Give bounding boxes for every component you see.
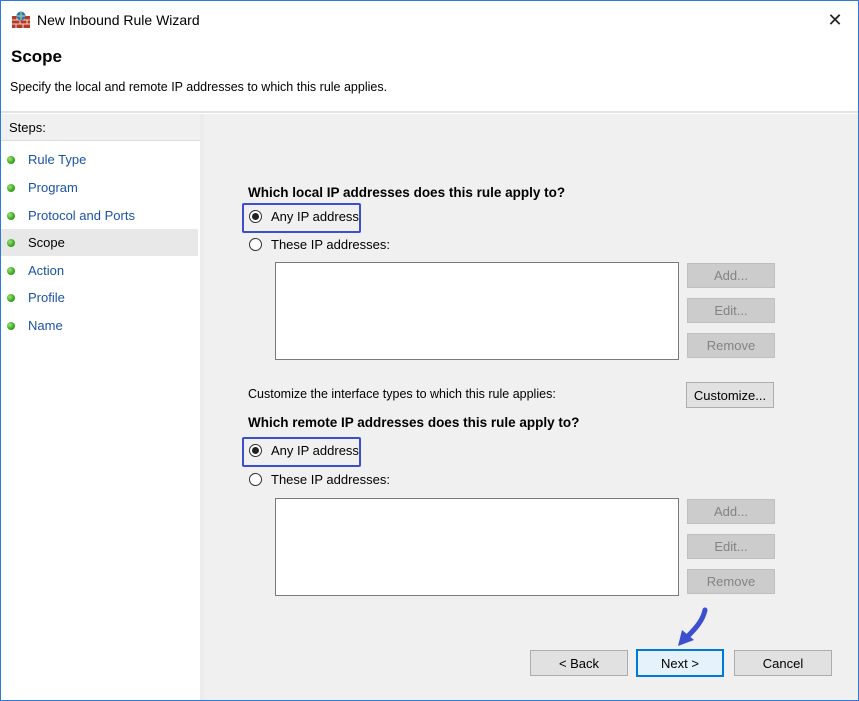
cancel-button[interactable]: Cancel — [734, 650, 832, 676]
step-status-icon — [7, 156, 15, 164]
remote-edit-button[interactable]: Edit... — [687, 534, 775, 559]
local-these-ip-radio[interactable]: These IP addresses: — [249, 237, 390, 252]
remote-remove-button[interactable]: Remove — [687, 569, 775, 594]
wizard-window: New Inbound Rule Wizard ✕ Scope Specify … — [0, 0, 859, 701]
local-these-ip-label: These IP addresses: — [271, 237, 390, 252]
step-label: Protocol and Ports — [28, 208, 135, 223]
radio-unselected-icon — [249, 238, 262, 251]
pointer-arrow-icon — [678, 607, 708, 646]
close-button[interactable]: ✕ — [812, 1, 858, 39]
step-protocol-and-ports[interactable]: Protocol and Ports — [1, 202, 198, 229]
radio-unselected-icon — [249, 473, 262, 486]
remote-ip-question: Which remote IP addresses does this rule… — [248, 415, 580, 430]
steps-label: Steps: — [9, 120, 46, 135]
page-subtitle: Specify the local and remote IP addresse… — [10, 80, 388, 94]
step-label: Action — [28, 263, 65, 278]
radio-selected-icon — [249, 444, 262, 457]
remote-any-ip-radio[interactable]: Any IP address — [249, 443, 359, 458]
content-pane: Which local IP addresses does this rule … — [204, 114, 858, 700]
remote-ip-listbox[interactable] — [275, 498, 679, 596]
local-any-ip-radio[interactable]: Any IP address — [249, 209, 359, 224]
local-add-button[interactable]: Add... — [687, 263, 775, 288]
next-button[interactable]: Next > — [636, 649, 724, 677]
step-name[interactable]: Name — [1, 312, 198, 339]
radio-selected-icon — [249, 210, 262, 223]
step-program[interactable]: Program — [1, 174, 198, 201]
step-label: Program — [28, 180, 78, 195]
step-status-icon — [7, 267, 15, 275]
remote-any-ip-label: Any IP address — [271, 443, 359, 458]
step-status-icon — [7, 184, 15, 192]
local-ip-listbox[interactable] — [275, 262, 679, 360]
local-edit-button[interactable]: Edit... — [687, 298, 775, 323]
step-rule-type[interactable]: Rule Type — [1, 146, 198, 173]
step-status-icon — [7, 322, 15, 330]
step-status-icon — [7, 294, 15, 302]
customize-button[interactable]: Customize... — [686, 382, 774, 408]
steps-header: Steps: — [1, 114, 200, 141]
step-scope[interactable]: Scope — [1, 229, 198, 256]
step-status-icon — [7, 212, 15, 220]
title-bar: New Inbound Rule Wizard ✕ — [1, 1, 858, 39]
header-divider — [1, 111, 858, 113]
step-label: Scope — [28, 235, 65, 250]
customize-description: Customize the interface types to which t… — [248, 387, 556, 401]
close-icon: ✕ — [827, 9, 843, 30]
step-label: Profile — [28, 290, 65, 305]
local-remove-button[interactable]: Remove — [687, 333, 775, 358]
step-label: Name — [28, 318, 63, 333]
step-profile[interactable]: Profile — [1, 284, 198, 311]
steps-pane: Steps: Rule Type Program Protocol and Po… — [1, 114, 204, 700]
step-action[interactable]: Action — [1, 257, 198, 284]
window-title: New Inbound Rule Wizard — [37, 12, 200, 28]
remote-add-button[interactable]: Add... — [687, 499, 775, 524]
step-status-icon — [7, 239, 15, 247]
back-button[interactable]: < Back — [530, 650, 628, 676]
firewall-icon — [11, 11, 31, 29]
local-ip-question: Which local IP addresses does this rule … — [248, 185, 566, 200]
remote-these-ip-radio[interactable]: These IP addresses: — [249, 472, 390, 487]
local-any-ip-label: Any IP address — [271, 209, 359, 224]
page-title: Scope — [11, 47, 63, 66]
remote-these-ip-label: These IP addresses: — [271, 472, 390, 487]
step-label: Rule Type — [28, 152, 87, 167]
